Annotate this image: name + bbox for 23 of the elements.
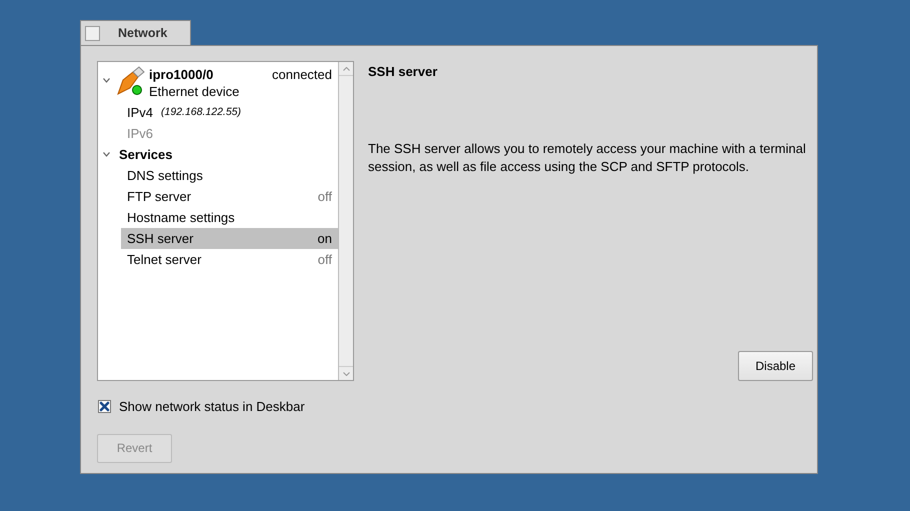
network-cable-icon	[115, 66, 145, 96]
list-item[interactable]: DNS settings	[98, 165, 338, 186]
list-item[interactable]: SSH server on	[121, 228, 338, 249]
list-item[interactable]: Telnet server off	[98, 249, 338, 270]
checkbox-label: Show network status in Deskbar	[119, 398, 305, 416]
disable-button[interactable]: Disable	[738, 351, 813, 381]
close-button[interactable]	[85, 26, 100, 40]
device-type: Ethernet device	[149, 83, 240, 100]
group-label: Services	[119, 146, 172, 164]
list-item[interactable]: FTP server off	[98, 186, 338, 207]
checkbox[interactable]	[98, 400, 111, 414]
list-item[interactable]: IPv4 (192.168.122.55)	[98, 102, 338, 123]
description-text: The SSH server allows you to remotely access your machine with a terminal session, as well as file access using the SCP and SFTP protocols.	[368, 140, 807, 176]
device-name: ipro1000/0	[149, 66, 214, 83]
connection-status: connected	[272, 66, 332, 83]
window-title: Network	[118, 24, 168, 42]
arrow-down-icon	[342, 372, 350, 376]
list-item[interactable]: Hostname settings	[98, 207, 338, 228]
scroll-bar[interactable]	[338, 62, 353, 380]
arrow-up-icon	[342, 66, 350, 70]
panel-title: SSH server	[368, 63, 438, 81]
expander-icon[interactable]	[103, 78, 110, 83]
expander-icon[interactable]	[103, 152, 110, 157]
